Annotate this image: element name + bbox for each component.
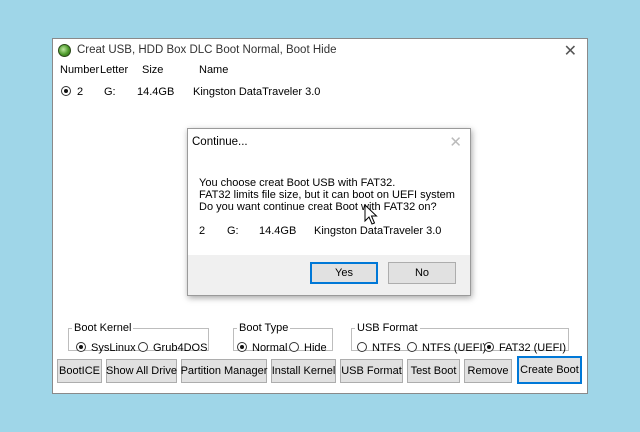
dialog-message-line-1: You choose creat Boot USB with FAT32. — [199, 177, 396, 189]
drive-row[interactable]: 2 G: 14.4GB Kingston DataTraveler 3.0 — [53, 86, 587, 102]
option-fat32-uefi[interactable]: FAT32 (UEFI) — [484, 342, 566, 354]
column-header-size: Size — [142, 64, 164, 76]
boot-type-group: Boot Type Normal Hide — [233, 322, 333, 354]
mouse-cursor-icon — [364, 204, 378, 225]
close-icon[interactable]: ✕ — [564, 41, 577, 61]
no-button[interactable]: No — [388, 262, 456, 284]
show-all-drive-button[interactable]: Show All Drive — [106, 359, 177, 383]
test-boot-button[interactable]: Test Boot — [407, 359, 460, 383]
yes-button[interactable]: Yes — [310, 262, 378, 284]
option-hide[interactable]: Hide — [289, 342, 327, 354]
booticeButton[interactable]: BootICE — [57, 359, 102, 383]
dialog-drive-number: 2 — [199, 225, 206, 237]
usb-format-button[interactable]: USB Format — [340, 359, 403, 383]
dialog-close-icon[interactable]: ✕ — [449, 133, 462, 151]
dialog-footer: Yes No — [188, 255, 470, 295]
drive-letter: G: — [104, 86, 116, 98]
drive-size: 14.4GB — [137, 86, 175, 98]
column-header-number: Number — [60, 64, 100, 76]
dialog-drive-size: 14.4GB — [259, 225, 297, 237]
title-bar: Creat USB, HDD Box DLC Boot Normal, Boot… — [53, 39, 587, 63]
usb-format-label: USB Format — [357, 322, 418, 334]
boot-kernel-group: Boot Kernel SysLinux Grub4DOS — [68, 322, 209, 354]
drive-name: Kingston DataTraveler 3.0 — [193, 86, 321, 98]
option-ntfs-uefi[interactable]: NTFS (UEFI) — [407, 342, 486, 354]
usb-format-group: USB Format NTFS NTFS (UEFI) FAT32 (UEFI) — [351, 322, 569, 354]
install-kernel-button[interactable]: Install Kernel — [271, 359, 336, 383]
continue-dialog: Continue... ✕ You choose creat Boot USB … — [187, 128, 471, 296]
option-ntfs[interactable]: NTFS — [357, 342, 401, 354]
remove-button[interactable]: Remove — [464, 359, 512, 383]
column-header-letter: Letter — [100, 64, 129, 76]
drive-radio[interactable] — [61, 86, 71, 98]
drive-number: 2 — [77, 86, 84, 98]
dialog-message-line-3: Do you want continue creat Boot with FAT… — [199, 201, 437, 213]
boot-type-label: Boot Type — [239, 322, 289, 334]
window-title: Creat USB, HDD Box DLC Boot Normal, Boot… — [77, 44, 337, 56]
dialog-message-line-2: FAT32 limits file size, but it can boot … — [199, 189, 455, 201]
option-syslinux[interactable]: SysLinux — [76, 342, 136, 354]
create-boot-button[interactable]: Create Boot — [517, 356, 582, 384]
option-grub4dos[interactable]: Grub4DOS — [138, 342, 207, 354]
dialog-title: Continue... — [192, 136, 248, 148]
app-icon — [58, 44, 71, 57]
boot-kernel-label: Boot Kernel — [74, 322, 132, 334]
column-header-name: Name — [199, 64, 229, 76]
partition-manager-button[interactable]: Partition Manager — [181, 359, 267, 383]
dialog-drive-letter: G: — [227, 225, 239, 237]
dialog-drive-name: Kingston DataTraveler 3.0 — [314, 225, 442, 237]
option-normal[interactable]: Normal — [237, 342, 287, 354]
